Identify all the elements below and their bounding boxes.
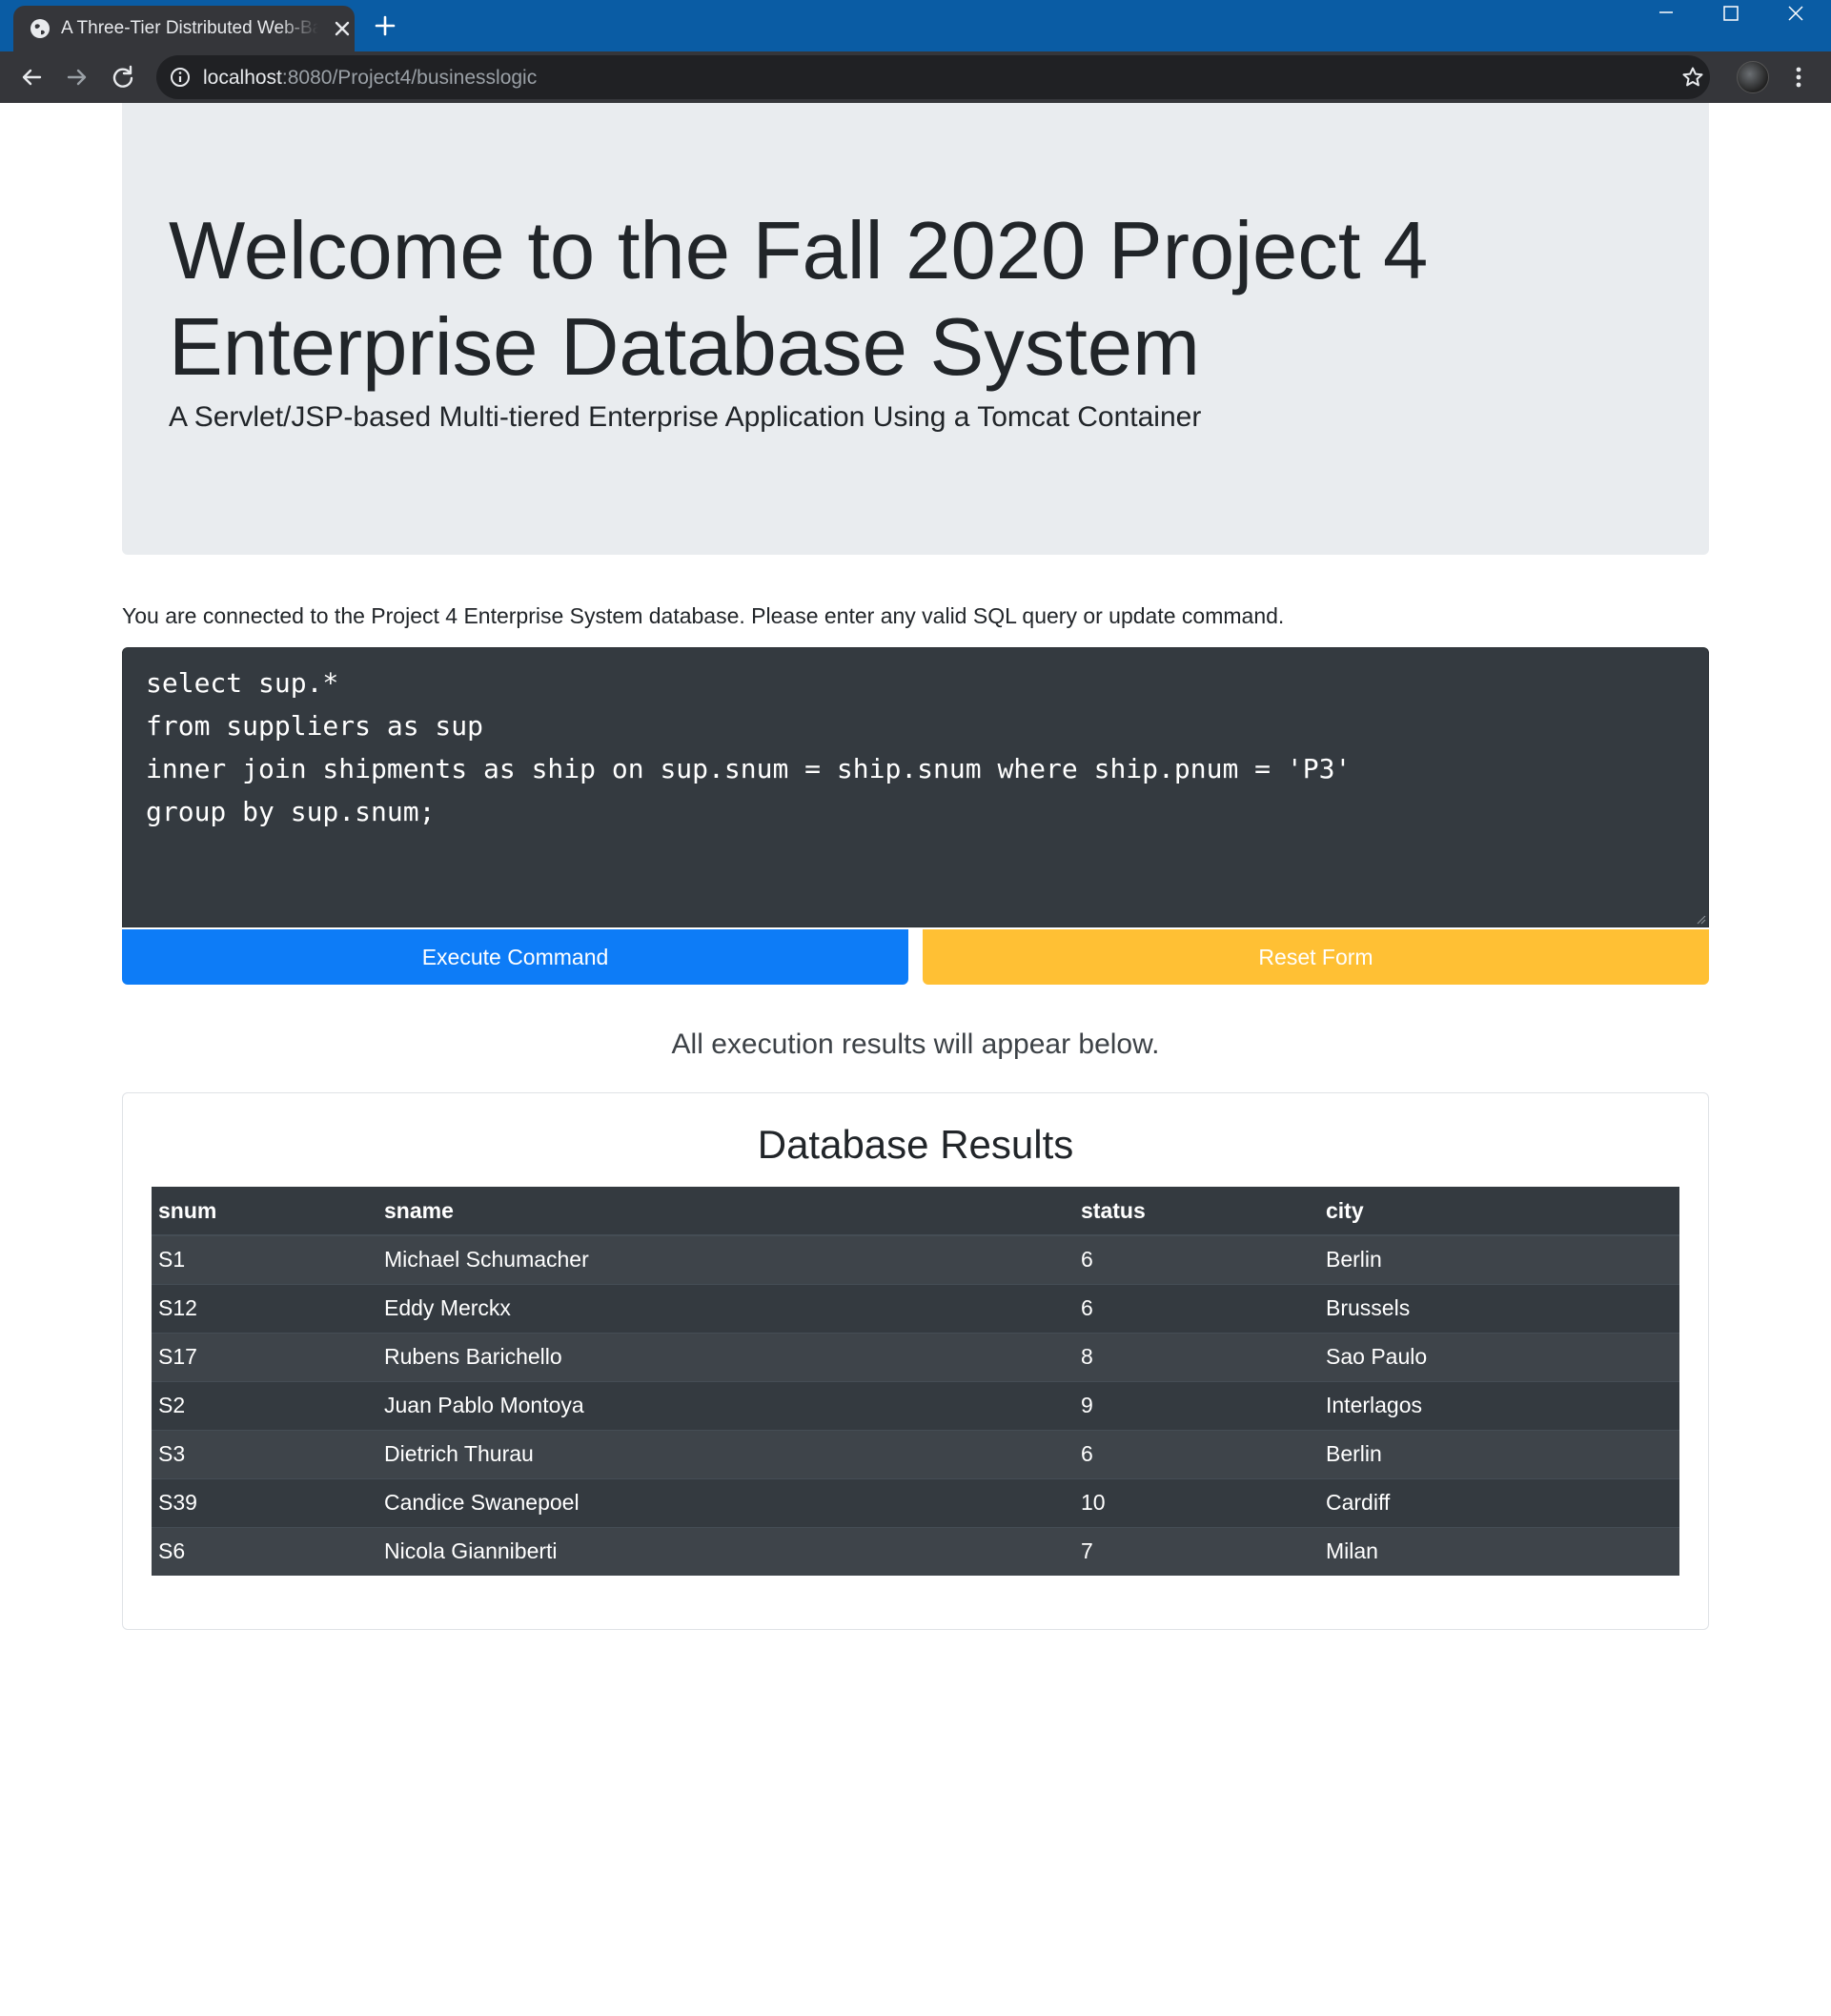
tab-title: A Three-Tier Distributed Web-Based Appli… <box>61 18 318 38</box>
table-row: S17 Rubens Barichello 8 Sao Paulo <box>152 1332 1679 1381</box>
table-cell: Eddy Merckx <box>377 1283 1074 1333</box>
window-close-icon <box>1788 6 1803 21</box>
table-cell: Sao Paulo <box>1319 1332 1679 1381</box>
window-close-button[interactable] <box>1763 0 1828 29</box>
column-header: city <box>1319 1187 1679 1236</box>
info-icon[interactable] <box>170 67 191 88</box>
table-cell: Brussels <box>1319 1283 1679 1333</box>
table-cell: Dietrich Thurau <box>377 1429 1074 1478</box>
table-cell: Michael Schumacher <box>377 1234 1074 1284</box>
browser-toolbar: localhost:8080/Project4/businesslogic <box>0 51 1831 103</box>
results-note: All execution results will appear below. <box>671 1028 1160 1060</box>
table-cell: S1 <box>152 1234 377 1284</box>
table-cell: S6 <box>152 1526 377 1576</box>
results-title: Database Results <box>757 1122 1074 1167</box>
table-cell: 8 <box>1074 1332 1319 1381</box>
table-cell: 9 <box>1074 1380 1319 1430</box>
column-header: snum <box>152 1187 377 1236</box>
close-icon[interactable] <box>331 17 354 40</box>
connection-message: You are connected to the Project 4 Enter… <box>122 603 1285 628</box>
table-cell: S2 <box>152 1380 377 1430</box>
execute-command-button[interactable]: Execute Command <box>122 929 908 985</box>
table-cell: Berlin <box>1319 1234 1679 1284</box>
address-bar[interactable]: localhost:8080/Project4/businesslogic <box>156 55 1710 99</box>
maximize-button[interactable] <box>1699 0 1763 29</box>
table-row: S12 Eddy Merckx 6 Brussels <box>152 1283 1679 1333</box>
column-header: sname <box>377 1187 1074 1236</box>
table-cell: 6 <box>1074 1283 1319 1333</box>
table-cell: 10 <box>1074 1477 1319 1527</box>
star-icon[interactable] <box>1681 66 1704 89</box>
table-row: S3 Dietrich Thurau 6 Berlin <box>152 1429 1679 1478</box>
back-arrow-icon[interactable] <box>17 63 46 92</box>
url-text[interactable]: localhost:8080/Project4/businesslogic <box>203 67 537 90</box>
table-cell: S12 <box>152 1283 377 1333</box>
table-row: S1 Michael Schumacher 6 Berlin <box>152 1234 1679 1284</box>
table-cell: Rubens Barichello <box>377 1332 1074 1381</box>
reload-icon[interactable] <box>109 63 137 92</box>
table-cell: Milan <box>1319 1526 1679 1576</box>
maximize-icon <box>1723 6 1739 21</box>
table-cell: Candice Swanepoel <box>377 1477 1074 1527</box>
table-header-row: snum sname status city <box>152 1187 1679 1236</box>
page-content: Welcome to the Fall 2020 Project 4 Enter… <box>0 103 1831 2016</box>
resize-handle-icon[interactable] <box>1695 913 1706 925</box>
table-cell: Nicola Gianniberti <box>377 1526 1074 1576</box>
avatar[interactable] <box>1737 61 1769 93</box>
plus-icon[interactable] <box>372 12 398 39</box>
table-cell: S39 <box>152 1477 377 1527</box>
table-cell: S17 <box>152 1332 377 1381</box>
browser-tab[interactable]: A Three-Tier Distributed Web-Based Appli… <box>13 6 355 51</box>
sql-line: group by sup.snum; <box>146 796 436 827</box>
forward-arrow-icon[interactable] <box>63 63 92 92</box>
reset-form-button[interactable]: Reset Form <box>923 929 1709 985</box>
sql-line: inner join shipments as ship on sup.snum… <box>146 753 1352 784</box>
column-header: status <box>1074 1187 1319 1236</box>
sql-line: select sup.* <box>146 667 339 699</box>
minimize-button[interactable] <box>1634 0 1699 29</box>
sql-line: from suppliers as sup <box>146 710 484 742</box>
table-cell: Juan Pablo Montoya <box>377 1380 1074 1430</box>
table-cell: S3 <box>152 1429 377 1478</box>
table-cell: 6 <box>1074 1429 1319 1478</box>
page-title: Welcome to the Fall 2020 Project 4 Enter… <box>169 206 1429 393</box>
sql-command-textarea[interactable]: select sup.* from suppliers as sup inner… <box>122 647 1709 927</box>
table-cell: 7 <box>1074 1526 1319 1576</box>
table-row: S2 Juan Pablo Montoya 9 Interlagos <box>152 1380 1679 1430</box>
browser-titlebar: A Three-Tier Distributed Web-Based Appli… <box>0 0 1831 51</box>
results-card: Database Results snum sname status city … <box>122 1092 1709 1630</box>
table-cell: Cardiff <box>1319 1477 1679 1527</box>
table-cell: Berlin <box>1319 1429 1679 1478</box>
table-cell: Interlagos <box>1319 1380 1679 1430</box>
jumbotron: Welcome to the Fall 2020 Project 4 Enter… <box>122 103 1709 555</box>
page-subtitle: A Servlet/JSP-based Multi-tiered Enterpr… <box>169 401 1202 433</box>
minimize-icon <box>1659 11 1673 13</box>
table-row: S39 Candice Swanepoel 10 Cardiff <box>152 1477 1679 1527</box>
results-table: snum sname status city S1 Michael Schuma… <box>152 1187 1679 1576</box>
table-cell: 6 <box>1074 1234 1319 1284</box>
table-row: S6 Nicola Gianniberti 7 Milan <box>152 1526 1679 1576</box>
kebab-menu-icon[interactable] <box>1787 63 1810 92</box>
globe-icon <box>31 19 50 38</box>
